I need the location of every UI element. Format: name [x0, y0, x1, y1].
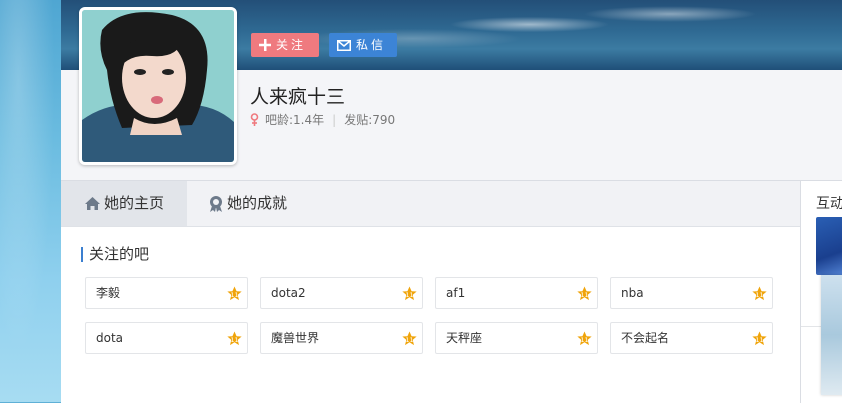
achievement-icon — [208, 195, 224, 212]
main-content: 她的主页 她的成就 关注的吧 李毅 11 dota2 11 af1 11 nba… — [61, 180, 800, 403]
bar-item-label: 魔兽世界 — [271, 331, 320, 345]
bar-item-label: 不会起名 — [621, 331, 670, 345]
bar-item-label: af1 — [446, 286, 466, 300]
tab-her-achievements[interactable]: 她的成就 — [208, 181, 287, 226]
bar-item-label: 天秤座 — [446, 331, 483, 345]
female-icon — [250, 113, 259, 126]
page-background-left — [0, 0, 61, 402]
username: 人来疯十三 — [250, 86, 346, 108]
bar-item-warcraft[interactable]: 魔兽世界 11 — [260, 322, 423, 354]
level-star-icon: 11 — [577, 331, 592, 346]
svg-text:11: 11 — [405, 336, 413, 344]
bar-item-buhuiqiming[interactable]: 不会起名 11 — [610, 322, 773, 354]
bar-item-liyi[interactable]: 李毅 11 — [85, 277, 248, 309]
svg-text:11: 11 — [230, 336, 238, 344]
level-star-icon: 11 — [752, 286, 767, 301]
sidebar-thumbnail[interactable] — [816, 217, 842, 275]
profile-meta: 吧龄:1.4年 | 发贴:790 — [250, 111, 395, 128]
plus-icon — [259, 39, 271, 51]
meta-separator: | — [332, 112, 337, 127]
bar-item-label: nba — [621, 286, 644, 300]
mail-icon — [337, 39, 351, 51]
bar-item-af1[interactable]: af1 11 — [435, 277, 598, 309]
svg-text:11: 11 — [755, 336, 763, 344]
tab-label-homepage: 她的主页 — [103, 194, 164, 212]
level-star-icon: 11 — [227, 286, 242, 301]
svg-text:11: 11 — [230, 291, 238, 299]
level-star-icon: 11 — [402, 286, 417, 301]
level-star-icon: 11 — [577, 286, 592, 301]
svg-text:11: 11 — [580, 336, 588, 344]
tab-label-achievements: 她的成就 — [227, 194, 288, 212]
home-icon — [84, 196, 101, 211]
avatar[interactable] — [79, 7, 237, 165]
interaction-sidebar: 互动 — [800, 180, 842, 403]
bar-item-label: dota — [96, 331, 124, 345]
level-star-icon: 11 — [402, 331, 417, 346]
level-star-icon: 11 — [752, 331, 767, 346]
sidebar-title: 互动 — [816, 196, 842, 212]
tab-her-homepage[interactable]: 她的主页 — [61, 181, 187, 226]
bar-item-dota2[interactable]: dota2 11 — [260, 277, 423, 309]
bar-age: 吧龄:1.4年 — [265, 113, 325, 127]
message-button[interactable]: 私信 — [329, 33, 397, 57]
bar-item-label: 李毅 — [96, 286, 121, 300]
level-star-icon: 11 — [227, 331, 242, 346]
profile-tabs: 她的主页 她的成就 — [61, 181, 800, 227]
bar-item-libra[interactable]: 天秤座 11 — [435, 322, 598, 354]
bar-item-dota[interactable]: dota 11 — [85, 322, 248, 354]
follow-label: 关注 — [276, 38, 307, 52]
follow-button[interactable]: 关注 — [251, 33, 319, 57]
bar-item-label: dota2 — [271, 286, 306, 300]
svg-text:11: 11 — [405, 291, 413, 299]
message-label: 私信 — [356, 38, 387, 52]
svg-text:11: 11 — [755, 291, 763, 299]
bar-item-nba[interactable]: nba 11 — [610, 277, 773, 309]
avatar-image — [82, 10, 234, 162]
svg-text:11: 11 — [580, 291, 588, 299]
sidebar-thumbnail-2[interactable] — [821, 275, 842, 395]
followed-bars-title: 关注的吧 — [81, 247, 149, 262]
post-count: 发贴:790 — [344, 113, 396, 127]
